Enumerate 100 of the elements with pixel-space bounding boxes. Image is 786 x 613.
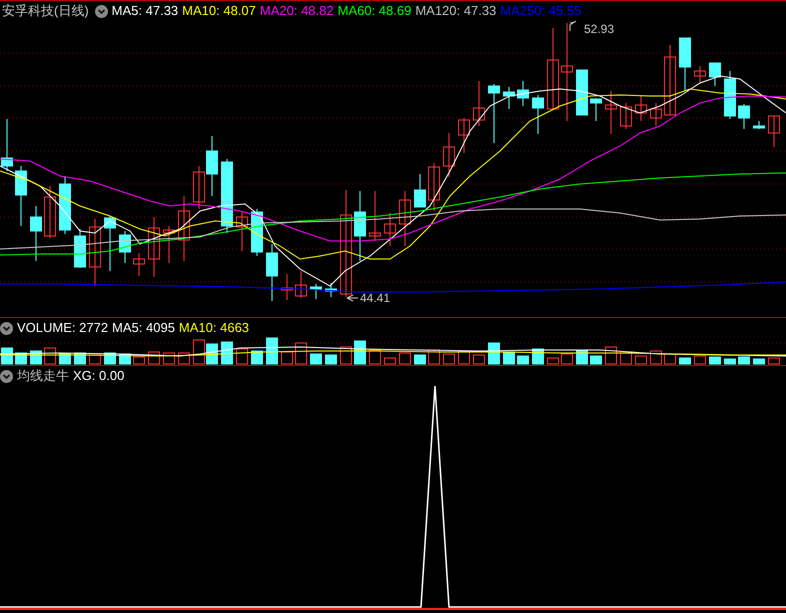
volume-bar [473, 354, 485, 364]
volume-bar [503, 352, 515, 364]
volume-bar [443, 354, 455, 364]
candlestick [384, 212, 396, 246]
candlestick [473, 80, 485, 126]
volume-bar [281, 352, 293, 364]
chart-title: 安孚科技(日线) [1, 3, 90, 19]
candlestick [30, 206, 42, 262]
volume-bar [236, 348, 248, 364]
candlestick [488, 84, 500, 144]
candlestick [503, 86, 515, 110]
candlestick [74, 228, 86, 268]
volume-bar [709, 356, 721, 364]
candlestick [753, 120, 765, 130]
volume-bar [59, 354, 71, 364]
arrow-icon [346, 294, 358, 302]
arrow-icon [570, 20, 576, 32]
candlestick [281, 274, 293, 300]
candlestick [650, 102, 662, 126]
volume-bar [517, 356, 529, 364]
volume-bar [44, 348, 56, 364]
volume-bar [206, 344, 218, 364]
volume-bar [635, 356, 647, 364]
volume-bar [148, 352, 160, 364]
dropdown-icon[interactable] [0, 370, 13, 382]
volume-bar [561, 354, 573, 364]
candlestick [664, 44, 676, 116]
dropdown-icon[interactable] [0, 322, 13, 334]
volume-bar [679, 358, 691, 364]
legend-label: MA120: 47.33 [415, 3, 496, 19]
candlestick [163, 226, 175, 264]
volume-bar [399, 352, 411, 364]
dropdown-icon[interactable] [94, 4, 108, 18]
candlestick [325, 282, 337, 298]
legend-label: MA60: 48.69 [338, 3, 412, 19]
volume-bar [576, 350, 588, 364]
candlestick [104, 216, 116, 272]
legend-label: MA5: 47.33 [112, 3, 178, 19]
candlestick [354, 190, 366, 262]
volume-bar [193, 340, 205, 364]
legend-label: MA10: 4663 [178, 320, 250, 336]
candlestick [428, 162, 440, 212]
volume-bar [768, 358, 780, 364]
volume-bar [650, 350, 662, 364]
candlestick [709, 62, 721, 86]
candlestick [266, 244, 278, 302]
volume-bar [458, 350, 470, 364]
candlestick [206, 136, 218, 196]
volume-bar [89, 354, 101, 364]
candlestick [679, 38, 691, 92]
volume-bar [620, 352, 632, 364]
candlestick [44, 186, 56, 238]
candlestick [620, 102, 632, 130]
high-price-label: 52.93 [584, 22, 614, 36]
candlestick [399, 190, 411, 246]
legend-label: MA20: 48.82 [260, 3, 334, 19]
volume-bar [163, 352, 175, 364]
volume-bar [310, 354, 322, 364]
volume-bar [488, 342, 500, 364]
volume-bar [251, 350, 263, 364]
volume-bar [178, 352, 190, 364]
candlestick [295, 270, 307, 298]
candlestick [517, 80, 529, 106]
candlestick [443, 132, 455, 178]
candlestick [635, 96, 647, 122]
volume-bar [369, 350, 381, 364]
candlestick [590, 98, 602, 122]
legend-label: XG: 0.00 [73, 368, 124, 384]
candlestick [576, 70, 588, 116]
candlestick [310, 284, 322, 300]
candlestick [119, 230, 131, 264]
candlestick [59, 176, 71, 234]
candlestick [15, 166, 27, 226]
candlestick [1, 118, 13, 172]
candlestick [724, 70, 736, 120]
candlestick [133, 252, 145, 276]
volume-bar [414, 354, 426, 364]
candlestick [178, 196, 190, 262]
volume-bar [354, 340, 366, 364]
volume-bar [547, 358, 559, 364]
volume-bar [384, 358, 396, 364]
legend-label: 均线走牛 [17, 368, 69, 384]
candlestick [414, 174, 426, 208]
volume-bar [694, 356, 706, 364]
candlestick [694, 66, 706, 84]
volume-bar [738, 356, 750, 364]
volume-bar [133, 356, 145, 364]
volume-bar [340, 346, 352, 364]
volume-bar [428, 350, 440, 364]
legend-label: MA5: 4095 [112, 320, 175, 336]
candlestick [148, 216, 160, 278]
volume-bar [605, 346, 617, 364]
candlestick [89, 218, 101, 286]
candlestick [236, 210, 248, 252]
candlestick [605, 90, 617, 134]
volume-bar [590, 356, 602, 364]
volume-bar [724, 358, 736, 364]
legend-label: MA10: 48.07 [182, 3, 256, 19]
volume-bar [295, 342, 307, 364]
legend-label: VOLUME: 2772 [17, 320, 108, 336]
